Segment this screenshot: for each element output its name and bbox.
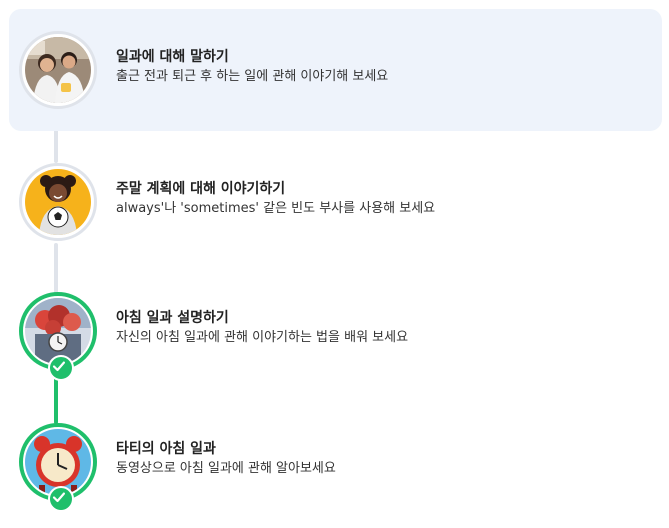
- completed-check-icon: [48, 486, 74, 512]
- lesson-title: 일과에 대해 말하기: [116, 49, 229, 65]
- lesson-title: 타티의 아침 일과: [116, 441, 216, 457]
- lesson-thumbnail: [19, 423, 97, 512]
- lesson-title: 주말 계획에 대해 이야기하기: [116, 181, 286, 197]
- red-alarm-clock-image: [25, 429, 91, 495]
- lesson-description: 동영상으로 아침 일과에 관해 알아보세요: [116, 461, 336, 476]
- lesson-card[interactable]: 일과에 대해 말하기 출근 전과 퇴근 후 하는 일에 관해 이야기해 보세요: [9, 9, 662, 131]
- completed-check-icon: [48, 355, 74, 381]
- lesson-list: 일과에 대해 말하기 출근 전과 퇴근 후 하는 일에 관해 이야기해 보세요 …: [0, 0, 669, 528]
- lesson-title: 아침 일과 설명하기: [116, 310, 229, 326]
- lesson-card[interactable]: 아침 일과 설명하기 자신의 아침 일과에 관해 이야기하는 법을 배워 보세요: [9, 270, 662, 392]
- lesson-text: 타티의 아침 일과 동영상으로 아침 일과에 관해 알아보세요: [116, 439, 336, 479]
- lesson-description: 출근 전과 퇴근 후 하는 일에 관해 이야기해 보세요: [116, 69, 389, 84]
- girl-with-soccer-ball-image: [25, 169, 91, 235]
- lesson-text: 아침 일과 설명하기 자신의 아침 일과에 관해 이야기하는 법을 배워 보세요: [116, 308, 408, 348]
- lesson-description: always'나 'sometimes' 같은 빈도 부사를 사용해 보세요: [116, 201, 436, 216]
- lesson-description: 자신의 아침 일과에 관해 이야기하는 법을 배워 보세요: [116, 330, 409, 345]
- lesson-card[interactable]: 타티의 아침 일과 동영상으로 아침 일과에 관해 알아보세요: [9, 401, 662, 523]
- lesson-card[interactable]: 주말 계획에 대해 이야기하기 always'나 'sometimes' 같은 …: [9, 141, 662, 263]
- lesson-text: 주말 계획에 대해 이야기하기 always'나 'sometimes' 같은 …: [116, 179, 435, 219]
- couple-photo-image: [25, 37, 91, 103]
- lesson-thumbnail: [19, 163, 97, 241]
- lesson-thumbnail: [19, 31, 97, 109]
- lesson-text: 일과에 대해 말하기 출근 전과 퇴근 후 하는 일에 관해 이야기해 보세요: [116, 47, 388, 87]
- lesson-thumbnail: [19, 292, 97, 381]
- clock-with-flowers-image: [25, 298, 91, 364]
